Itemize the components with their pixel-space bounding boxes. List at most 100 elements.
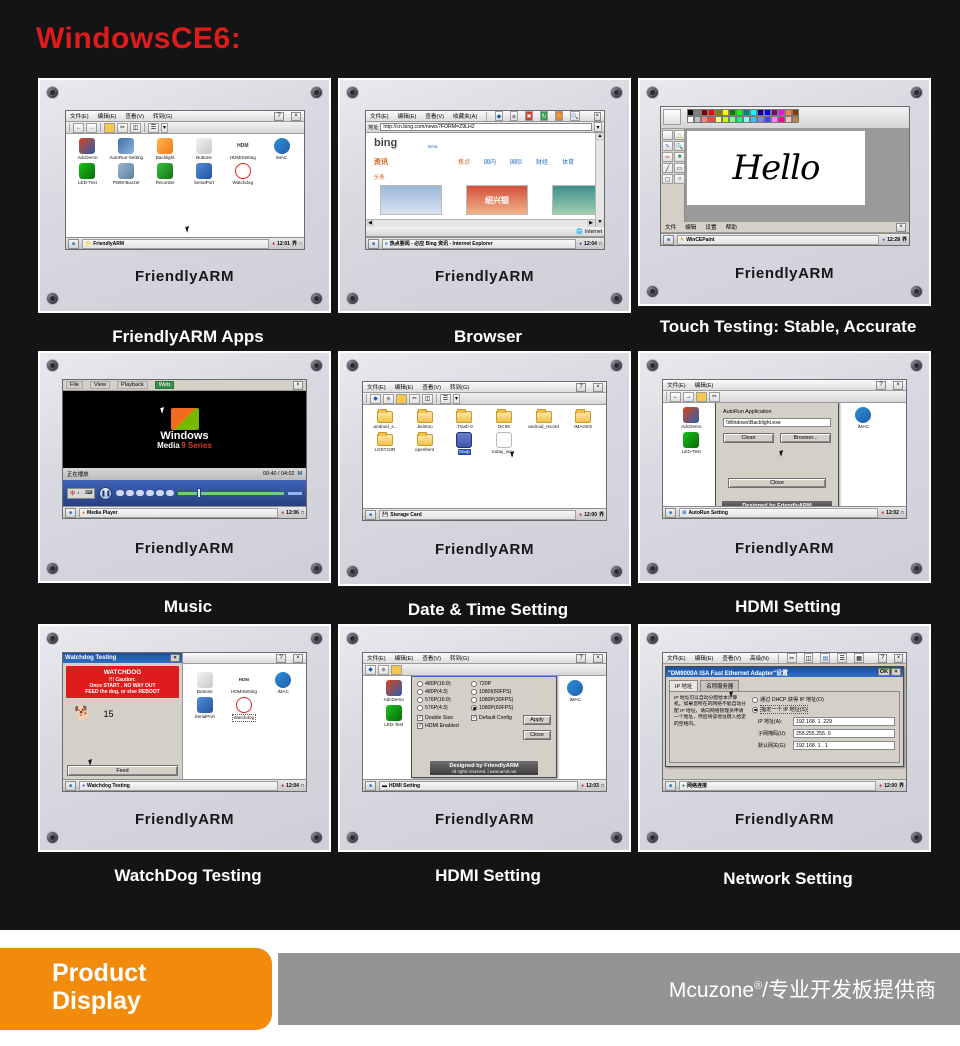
radio-icon[interactable]: [417, 681, 423, 687]
close-icon[interactable]: ×: [593, 382, 603, 392]
app-icon-item[interactable]: Buttons: [185, 138, 224, 160]
color-swatch[interactable]: [785, 116, 792, 123]
cut-icon[interactable]: ✂: [709, 391, 720, 402]
scroll-left-icon[interactable]: ◀: [366, 220, 374, 227]
network-tray-icon[interactable]: □: [599, 241, 602, 247]
resolution-col-right[interactable]: 720P 1080I(60FPS) 1080P(30FPS) 1080P(60F…: [471, 681, 527, 713]
list-item[interactable]: LOST.DIR: [365, 432, 405, 455]
menu-item[interactable]: 编辑(E): [694, 381, 715, 389]
task-bar[interactable]: ■ ● 网络连接 ● 12:00 界: [663, 779, 906, 791]
dialog-body[interactable]: 480P(16:9) 480P(4:3) 576P(16:9) 576P(4:3…: [412, 677, 556, 777]
checkbox-icon[interactable]: ✓: [417, 715, 423, 721]
menu-bar[interactable]: 文件(E) 编辑(E) ? ×: [663, 380, 906, 391]
help-button[interactable]: ?: [576, 653, 586, 663]
tray-icon[interactable]: ●: [879, 783, 882, 789]
color-swatch[interactable]: [701, 116, 708, 123]
app-icon-item[interactable]: LED-Test: [665, 432, 718, 454]
hdmi-setting-dialog[interactable]: HDMI Setting OK 480P(16:9) 480P(4:3): [411, 676, 557, 778]
color-swatch[interactable]: [785, 109, 792, 116]
eraser-tool-icon[interactable]: △: [674, 130, 685, 140]
color-swatch[interactable]: [701, 109, 708, 116]
menu-item[interactable]: 转到(G): [449, 383, 470, 391]
up-folder-icon[interactable]: [391, 664, 402, 675]
address-input[interactable]: http://cn.bing.com/news?FORM=Z9LH2: [380, 123, 592, 131]
app-icon-item[interactable]: iMAC: [264, 672, 303, 694]
app-icon-grid[interactable]: AdcDemo AutoRun-Setting Backlight Button…: [66, 134, 304, 193]
cut-icon[interactable]: ✂: [117, 122, 128, 133]
gateway-input[interactable]: 192.168. 1 . 1: [793, 741, 895, 750]
taskbar-item[interactable]: ⚙ AutoRun Setting: [679, 507, 879, 518]
browser-button[interactable]: Browser...: [780, 433, 831, 443]
list-item[interactable]: IMAGES: [563, 409, 603, 429]
vertical-scrollbar[interactable]: ▲ ▼: [595, 133, 604, 227]
up-folder-icon[interactable]: [396, 393, 407, 404]
resolution-radio[interactable]: 480P(4:3): [417, 689, 465, 695]
menu-item[interactable]: File: [66, 381, 84, 389]
clock[interactable]: 12:04: [584, 241, 597, 247]
taskbar-item[interactable]: e 热点要闻 - 必应 Bing 资讯 - Internet Explorer: [382, 238, 577, 249]
dhcp-radio[interactable]: 通过 DHCP 获得 IP 地址(O): [752, 696, 895, 703]
color-swatch[interactable]: [722, 109, 729, 116]
taskbar-item[interactable]: ● Watchdog Testing: [79, 780, 279, 791]
ime-keyboard-icon[interactable]: ⌨: [85, 490, 92, 496]
start-button-icon[interactable]: ■: [368, 238, 379, 249]
video-area[interactable]: Windows Media 9 Series: [63, 391, 306, 468]
help-button[interactable]: ?: [274, 111, 284, 121]
radio-icon[interactable]: [471, 681, 477, 687]
clock[interactable]: 12:00: [884, 783, 897, 789]
clock[interactable]: 12:28: [887, 237, 900, 243]
tab-panel[interactable]: IP 地址可以自动分配给本计算机。如果您所在的网络不能自动分配 IP 地址，请向…: [669, 691, 900, 763]
start-button-icon[interactable]: ■: [68, 238, 79, 249]
color-swatch[interactable]: [771, 116, 778, 123]
ime-punct-icon[interactable]: ․: [82, 490, 84, 496]
tab-ip-address[interactable]: IP 地址: [669, 680, 699, 691]
details-view-icon[interactable]: ▤: [820, 653, 831, 663]
fill-tool-icon[interactable]: ■: [674, 152, 685, 162]
menu-item[interactable]: 查看(V): [421, 383, 442, 391]
color-swatch[interactable]: [694, 109, 701, 116]
network-client[interactable]: "DM9000A ISA Fast Ethernet Adapter"设置 OK…: [663, 664, 906, 779]
help-button[interactable]: ?: [878, 653, 887, 663]
forward-button[interactable]: [146, 490, 155, 496]
tray-icon[interactable]: ●: [579, 241, 582, 247]
color-swatch[interactable]: [694, 116, 701, 123]
menu-item[interactable]: 文件(E): [666, 654, 687, 662]
menu-bar[interactable]: 文件(E) 编辑(E) 查看(V) 转到(G) ? ×: [363, 382, 606, 393]
chevron-down-icon[interactable]: ▾: [594, 122, 602, 132]
static-ip-radio[interactable]: 指定一个 IP 地址(S): [752, 705, 895, 714]
network-window[interactable]: 文件(E) 编辑(E) 查看(V) 高级(N) ✂ ◫ ▤ ☰ ▦ ? × "D…: [662, 652, 907, 792]
color-swatch[interactable]: [778, 116, 785, 123]
menu-item[interactable]: 文件(E): [69, 112, 90, 120]
start-button-icon[interactable]: ■: [65, 507, 76, 518]
taskbar-item[interactable]: 📁 FriendlyARM: [82, 238, 270, 249]
clock[interactable]: 12:06: [286, 510, 299, 516]
menu-item[interactable]: 文件(E): [666, 381, 687, 389]
list-item[interactable]: .beintoo: [405, 409, 445, 429]
close-icon[interactable]: ×: [170, 654, 180, 662]
paint-canvas[interactable]: Hello: [687, 131, 865, 205]
close-icon[interactable]: ×: [891, 668, 901, 676]
watchdog-top-row[interactable]: Watchdog Testing × WATCHDOG !!! Caution:…: [63, 653, 306, 780]
color-swatch[interactable]: [750, 116, 757, 123]
file-explorer-window[interactable]: 文件(E) 编辑(E) 查看(V) 转到(G) ? × ◆ ◆ ✂ ◫ ☰ ▾ …: [362, 381, 607, 521]
dialog-title-bar[interactable]: "DM9000A ISA Fast Ethernet Adapter"设置 OK…: [666, 667, 903, 677]
watchdog-window[interactable]: Watchdog Testing × WATCHDOG !!! Caution:…: [62, 652, 307, 792]
eyedropper-tool-icon[interactable]: ✎: [662, 141, 673, 151]
color-swatch[interactable]: [736, 109, 743, 116]
start-button-icon[interactable]: ■: [365, 780, 376, 791]
tray-icon[interactable]: ●: [272, 241, 275, 247]
tab-name-servers[interactable]: 名称服务器: [700, 680, 740, 691]
panel-autorun-setting[interactable]: 文件(E) 编辑(E) ? × ← → ✂ AdcDemo iMAC LED-T…: [638, 351, 938, 620]
app-icon-item[interactable]: iMAC: [262, 138, 301, 160]
app-icon-item[interactable]: Recorder: [146, 163, 185, 185]
paint-tools[interactable]: △ ✎ 🔍 ✏ ■ ╱ ▭ ◻ ○: [661, 129, 685, 222]
radio-icon[interactable]: [417, 705, 423, 711]
seek-thumb[interactable]: [197, 487, 202, 498]
back-icon[interactable]: ◆: [365, 664, 376, 675]
start-button-icon[interactable]: ■: [665, 780, 676, 791]
task-bar[interactable]: ■ ● Watchdog Testing ● 12:04 □: [63, 779, 306, 791]
color-palette[interactable]: [687, 109, 799, 123]
properties-icon[interactable]: ◫: [422, 393, 433, 404]
color-swatch[interactable]: [764, 109, 771, 116]
dialog-body[interactable]: AutoRun Application \Windows\Backlight.e…: [716, 403, 838, 506]
